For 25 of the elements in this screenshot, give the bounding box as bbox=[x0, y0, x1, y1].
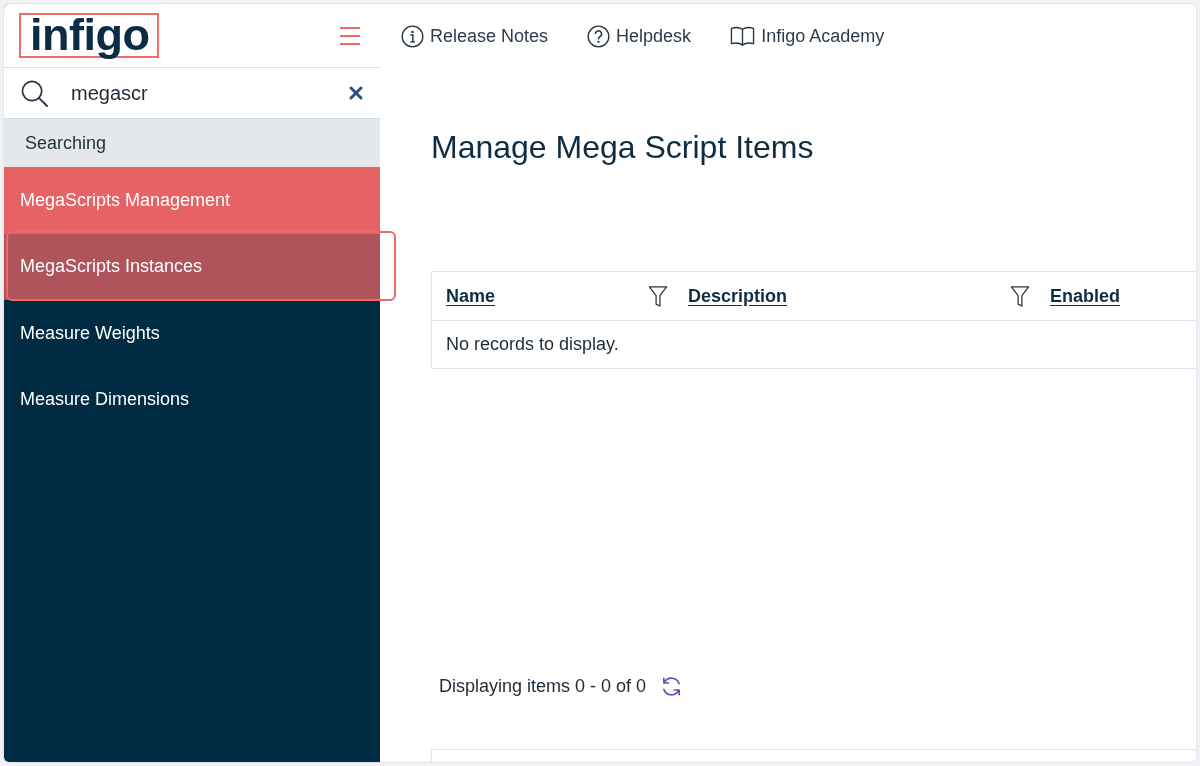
nav-item[interactable]: Measure Dimensions bbox=[4, 366, 380, 433]
section-label: Searching bbox=[4, 119, 380, 167]
book-icon bbox=[730, 25, 756, 47]
info-icon bbox=[401, 24, 424, 48]
close-icon bbox=[349, 86, 363, 100]
search-icon bbox=[21, 79, 48, 107]
column-header[interactable]: Enabled bbox=[1050, 285, 1120, 307]
header-link[interactable]: Infigo Academy bbox=[730, 25, 885, 47]
nav-item[interactable]: Measure Weights bbox=[4, 300, 380, 367]
search-input[interactable]: megascr bbox=[71, 81, 326, 105]
empty-message: No records to display. bbox=[446, 334, 619, 355]
column-header[interactable]: Name bbox=[446, 285, 496, 307]
pager-summary: Displaying items 0 - 0 of 0 bbox=[439, 675, 647, 697]
header-link[interactable]: Helpdesk bbox=[587, 24, 692, 48]
nav-item[interactable]: MegaScripts Instances bbox=[4, 233, 380, 300]
header-link[interactable]: Release Notes bbox=[401, 24, 549, 48]
column-header[interactable]: Description bbox=[688, 285, 788, 307]
help-icon bbox=[587, 24, 611, 48]
page-title: Manage Mega Script Items bbox=[431, 128, 815, 167]
search-field[interactable]: megascr bbox=[4, 68, 380, 119]
menu-icon[interactable] bbox=[340, 26, 360, 45]
filter-icon[interactable] bbox=[648, 285, 668, 307]
filter-icon[interactable] bbox=[1010, 285, 1030, 307]
clear-button[interactable] bbox=[349, 86, 363, 100]
logo[interactable]: infigo bbox=[19, 13, 160, 58]
